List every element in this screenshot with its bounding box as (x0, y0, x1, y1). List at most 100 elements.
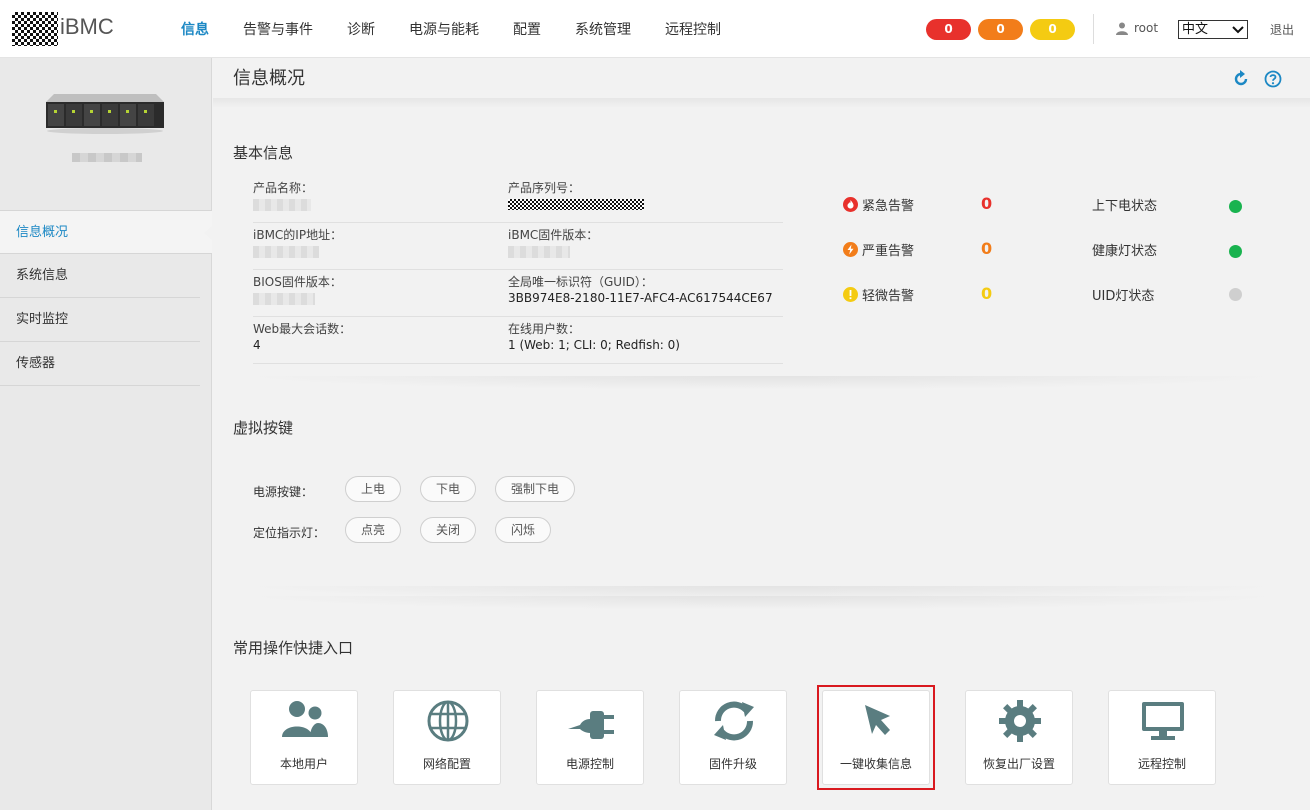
online-users-value: 1 (Web: 1; CLI: 0; Redfish: 0) (508, 338, 680, 352)
virtual-buttons-title: 虚拟按键 (233, 419, 294, 437)
product-name-value-masked (253, 199, 311, 211)
logo-text: iBMC (60, 14, 114, 39)
locate-led-label: 定位指示灯： (253, 526, 326, 540)
critical-alarm: 紧急告警 (843, 195, 914, 214)
basic-info-title: 基本信息 (233, 144, 294, 162)
section-divider (235, 596, 1287, 610)
major-alarm-count[interactable]: 0 (981, 239, 992, 258)
refresh-icon[interactable] (1232, 70, 1250, 88)
nav-info[interactable]: 信息 (168, 0, 222, 58)
info-cell-online-users: 在线用户数： 1 (Web: 1; CLI: 0; Redfish: 0) (508, 317, 783, 363)
section-divider (235, 376, 1287, 390)
alert-badges: 0 0 0 (926, 19, 1082, 40)
power-off-button[interactable]: 下电 (420, 476, 476, 502)
language-select[interactable]: 中文 (1178, 20, 1248, 39)
health-led-label: 健康灯状态 (1092, 244, 1158, 259)
top-navigation-bar: iBMC 信息 告警与事件 诊断 电源与能耗 配置 系统管理 远程控制 0 0 … (0, 0, 1310, 58)
critical-alarm-label: 紧急告警 (862, 199, 915, 214)
critical-alert-badge[interactable]: 0 (926, 19, 971, 40)
bios-firmware-value-masked (253, 293, 315, 305)
sidebar-item-overview[interactable]: 信息概况 (0, 210, 213, 254)
info-cell-product-name: 产品名称： (253, 176, 508, 222)
shortcut-power-control[interactable]: 电源控制 (536, 690, 644, 785)
flame-icon (843, 197, 858, 212)
ibmc-firmware-value-masked (508, 246, 570, 258)
power-plug-icon (568, 711, 614, 739)
server-name-masked (72, 153, 142, 162)
product-name-label: 产品名称： (253, 181, 314, 195)
major-alarm: 严重告警 (843, 240, 914, 259)
guid-value: 3BB974E8-2180-11E7-AFC4-AC617544CE67 (508, 291, 773, 305)
ibmc-firmware-label: iBMC固件版本： (508, 228, 599, 242)
info-row: iBMC的IP地址： iBMC固件版本： (253, 223, 783, 270)
page-title: 信息概况 (233, 68, 305, 89)
shortcut-local-users[interactable]: 本地用户 (250, 690, 358, 785)
shortcut-remote-control[interactable]: 远程控制 (1108, 690, 1216, 785)
info-row: 产品名称： 产品序列号： (253, 176, 783, 223)
sidebar: 信息概况 系统信息 实时监控 传感器 (0, 58, 213, 810)
minor-alarm-label: 轻微告警 (862, 289, 915, 304)
users-icon (282, 701, 328, 737)
health-led-indicator (1229, 245, 1242, 258)
sidebar-item-sensors[interactable]: 传感器 (0, 342, 200, 386)
exclamation-icon (843, 287, 858, 302)
username: root (1134, 21, 1159, 35)
minor-alarm-count[interactable]: 0 (981, 284, 992, 303)
sidebar-item-system-info[interactable]: 系统信息 (0, 254, 200, 298)
online-users-label: 在线用户数： (508, 322, 581, 336)
force-power-off-button[interactable]: 强制下电 (495, 476, 575, 502)
ibmc-ip-label: iBMC的IP地址： (253, 228, 343, 242)
server-image (46, 94, 164, 134)
title-shadow (213, 98, 1310, 108)
shortcut-network-config[interactable]: 网络配置 (393, 690, 501, 785)
monitor-icon (1142, 702, 1184, 740)
logout-link[interactable]: 退出 (1270, 21, 1294, 38)
logo-image (12, 12, 58, 46)
info-row: Web最大会话数： 4 在线用户数： 1 (Web: 1; CLI: 0; Re… (253, 317, 783, 364)
info-row: BIOS固件版本： 全局唯一标识符（GUID）： 3BB974E8-2180-1… (253, 270, 783, 317)
ibmc-ip-value-masked (253, 246, 319, 258)
uid-led-label: UID灯状态 (1092, 289, 1155, 304)
main-content: 信息概况 基本信息 产品名称： 产品序列号： iBMC的IP地址： iBMC固件… (213, 58, 1310, 810)
language-value: 中文 (1182, 22, 1209, 37)
web-max-sessions-value: 4 (253, 338, 261, 352)
main-nav: 信息 告警与事件 诊断 电源与能耗 配置 系统管理 远程控制 (168, 0, 742, 58)
guid-label: 全局唯一标识符（GUID）： (508, 275, 653, 289)
sidebar-item-realtime-monitor[interactable]: 实时监控 (0, 298, 200, 342)
shortcut-factory-reset[interactable]: 恢复出厂设置 (965, 690, 1073, 785)
uid-led-indicator (1229, 288, 1242, 301)
nav-remote-control[interactable]: 远程控制 (652, 0, 734, 58)
nav-system-management[interactable]: 系统管理 (562, 0, 644, 58)
user-icon (1116, 22, 1128, 35)
info-cell-serial: 产品序列号： (508, 176, 783, 222)
info-cell-ip: iBMC的IP地址： (253, 223, 508, 269)
shortcut-label: 恢复出厂设置 (982, 757, 1055, 771)
power-state-label: 上下电状态 (1092, 199, 1158, 214)
nav-diagnostics[interactable]: 诊断 (334, 0, 388, 58)
nav-config[interactable]: 配置 (500, 0, 554, 58)
nav-alarms-events[interactable]: 告警与事件 (230, 0, 326, 58)
led-blink-button[interactable]: 闪烁 (495, 517, 551, 543)
gear-icon (999, 700, 1041, 742)
power-on-button[interactable]: 上电 (345, 476, 401, 502)
help-icon[interactable] (1264, 70, 1282, 88)
major-alert-badge[interactable]: 0 (978, 19, 1023, 40)
minor-alert-badge[interactable]: 0 (1030, 19, 1075, 40)
critical-alarm-count[interactable]: 0 (981, 194, 992, 213)
shortcut-label: 电源控制 (565, 757, 614, 771)
shortcut-label: 远程控制 (1137, 757, 1186, 771)
info-cell-sessions: Web最大会话数： 4 (253, 317, 508, 363)
shortcut-firmware-upgrade[interactable]: 固件升级 (679, 690, 787, 785)
led-off-button[interactable]: 关闭 (420, 517, 476, 543)
info-cell-fw: iBMC固件版本： (508, 223, 783, 269)
current-user[interactable]: root (1116, 21, 1158, 35)
highlight-box (817, 685, 935, 790)
web-max-sessions-label: Web最大会话数： (253, 322, 352, 336)
basic-info-grid: 产品名称： 产品序列号： iBMC的IP地址： iBMC固件版本： BIOS固件… (253, 176, 783, 364)
power-buttons-label: 电源按键： (253, 485, 314, 499)
bolt-icon (843, 242, 858, 257)
led-on-button[interactable]: 点亮 (345, 517, 401, 543)
nav-power-energy[interactable]: 电源与能耗 (396, 0, 492, 58)
chevron-down-icon (1232, 26, 1244, 34)
sync-icon (714, 701, 754, 741)
